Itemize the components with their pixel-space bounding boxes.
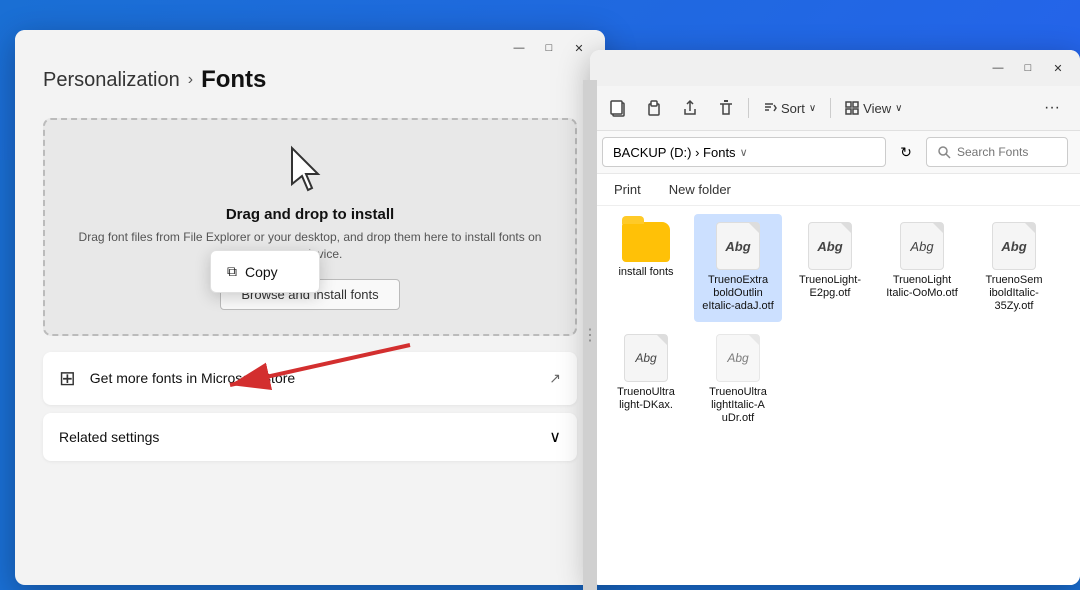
explorer-title-buttons: — □ ✕ bbox=[984, 57, 1072, 79]
file-item-4[interactable]: Abg TruenoSem​iboldItalic-​35Zy.otf bbox=[970, 214, 1058, 322]
toolbar-separator bbox=[748, 98, 749, 118]
sort-label: Sort bbox=[781, 101, 805, 116]
view-chevron: ∨ bbox=[895, 103, 902, 114]
toolbar-view-button[interactable]: View ∨ bbox=[837, 97, 910, 120]
explorer-close-button[interactable]: ✕ bbox=[1044, 57, 1072, 79]
settings-titlebar: — □ ✕ bbox=[15, 30, 605, 66]
explorer-addressbar: BACKUP (D:) › Fonts ∨ ↻ bbox=[590, 131, 1080, 174]
file-name-6: TruenoUltra​lightItalic-A​uDr.otf bbox=[698, 386, 778, 426]
breadcrumb-parent[interactable]: Personalization bbox=[43, 69, 180, 92]
address-path[interactable]: BACKUP (D:) › Fonts ∨ bbox=[602, 137, 886, 167]
sort-icon bbox=[763, 101, 777, 115]
context-menu: ⧉ Copy bbox=[210, 250, 320, 293]
copy-icon: ⧉ bbox=[227, 263, 237, 280]
file-item-2[interactable]: Abg TruenoLight-E2pg.otf bbox=[786, 214, 874, 322]
copy-icon bbox=[609, 99, 627, 117]
toolbar-separator-2 bbox=[830, 98, 831, 118]
file-name-3: TruenoLight​Italic-OoM​o.otf bbox=[882, 274, 962, 300]
otf-icon-2: Abg bbox=[808, 222, 852, 270]
breadcrumb: Personalization › Fonts bbox=[43, 66, 577, 94]
minimize-button[interactable]: — bbox=[505, 37, 533, 59]
share-icon bbox=[681, 99, 699, 117]
otf-icon-3: Abg bbox=[900, 222, 944, 270]
address-path-text: BACKUP (D:) › Fonts bbox=[613, 145, 736, 160]
address-search[interactable] bbox=[926, 137, 1068, 167]
settings-content: Personalization › Fonts Drag and drop to… bbox=[15, 66, 605, 481]
related-settings-row[interactable]: Related settings ∨ bbox=[43, 413, 577, 461]
ms-store-external-icon: ↗ bbox=[549, 370, 561, 387]
otf-icon-5: Abg bbox=[624, 334, 668, 382]
otf-icon-4: Abg bbox=[992, 222, 1036, 270]
folder-icon bbox=[622, 222, 670, 262]
file-name-1: TruenoExtra​boldOutlin​eItalic-adaJ.otf bbox=[698, 274, 778, 314]
address-chevron: ∨ bbox=[740, 146, 748, 159]
delete-icon bbox=[717, 99, 735, 117]
close-button[interactable]: ✕ bbox=[565, 37, 593, 59]
explorer-window: — □ ✕ bbox=[590, 50, 1080, 585]
toolbar-paste-button[interactable] bbox=[638, 92, 670, 124]
otf-icon-6: Abg bbox=[716, 334, 760, 382]
file-item-6[interactable]: Abg TruenoUltra​lightItalic-A​uDr.otf bbox=[694, 326, 782, 434]
more-dots: ··· bbox=[1044, 99, 1060, 117]
maximize-button[interactable]: □ bbox=[535, 37, 563, 59]
related-settings-label: Related settings bbox=[59, 429, 549, 445]
explorer-maximize-button[interactable]: □ bbox=[1014, 57, 1042, 79]
drop-zone[interactable]: Drag and drop to install Drag font files… bbox=[43, 118, 577, 336]
print-button[interactable]: Print bbox=[602, 178, 653, 201]
explorer-minimize-button[interactable]: — bbox=[984, 57, 1012, 79]
title-buttons: — □ ✕ bbox=[505, 37, 593, 59]
toolbar-sort-button[interactable]: Sort ∨ bbox=[755, 97, 824, 120]
file-name-4: TruenoSem​iboldItalic-​35Zy.otf bbox=[974, 274, 1054, 314]
file-name-2: TruenoLight-E2pg.otf bbox=[790, 274, 870, 300]
file-item-1[interactable]: Abg TruenoExtra​boldOutlin​eItalic-adaJ.… bbox=[694, 214, 782, 322]
file-item-5[interactable]: Abg TruenoUltra​light-DKax. bbox=[602, 326, 690, 434]
search-icon bbox=[937, 145, 951, 159]
toolbar-share-button[interactable] bbox=[674, 92, 706, 124]
view-label: View bbox=[863, 101, 891, 116]
explorer-titlebar: — □ ✕ bbox=[590, 50, 1080, 86]
resize-handle[interactable] bbox=[583, 80, 597, 590]
cursor-icon bbox=[282, 144, 338, 200]
new-folder-button[interactable]: New folder bbox=[657, 178, 743, 201]
file-item-3[interactable]: Abg TruenoLight​Italic-OoM​o.otf bbox=[878, 214, 966, 322]
search-input[interactable] bbox=[957, 145, 1057, 159]
breadcrumb-current: Fonts bbox=[201, 66, 266, 94]
address-refresh-button[interactable]: ↻ bbox=[892, 138, 920, 166]
toolbar-copy-button[interactable] bbox=[602, 92, 634, 124]
file-grid: install fonts Abg TruenoExtra​boldOutlin… bbox=[590, 206, 1080, 585]
toolbar-more-button[interactable]: ··· bbox=[1036, 92, 1068, 124]
file-name-5: TruenoUltra​light-DKax. bbox=[606, 386, 686, 412]
ms-store-label: Get more fonts in Microsoft Store bbox=[90, 370, 536, 386]
context-menu-copy[interactable]: ⧉ Copy bbox=[211, 255, 319, 288]
related-settings-chevron: ∨ bbox=[549, 427, 561, 447]
view-icon bbox=[845, 101, 859, 115]
drop-zone-title: Drag and drop to install bbox=[226, 206, 394, 223]
file-item-folder[interactable]: install fonts bbox=[602, 214, 690, 322]
otf-icon-1: Abg bbox=[716, 222, 760, 270]
explorer-actionbar: Print New folder bbox=[590, 174, 1080, 206]
breadcrumb-separator: › bbox=[188, 71, 193, 89]
toolbar-delete-button[interactable] bbox=[710, 92, 742, 124]
copy-label: Copy bbox=[245, 264, 278, 280]
ms-store-row[interactable]: ⊞ Get more fonts in Microsoft Store ↗ bbox=[43, 352, 577, 405]
file-name: install fonts bbox=[618, 266, 673, 279]
sort-chevron: ∨ bbox=[809, 103, 816, 114]
paste-icon bbox=[645, 99, 663, 117]
ms-store-icon: ⊞ bbox=[59, 366, 76, 391]
settings-window: — □ ✕ Personalization › Fonts Drag and d… bbox=[15, 30, 605, 585]
explorer-toolbar: Sort ∨ View ∨ ··· bbox=[590, 86, 1080, 131]
